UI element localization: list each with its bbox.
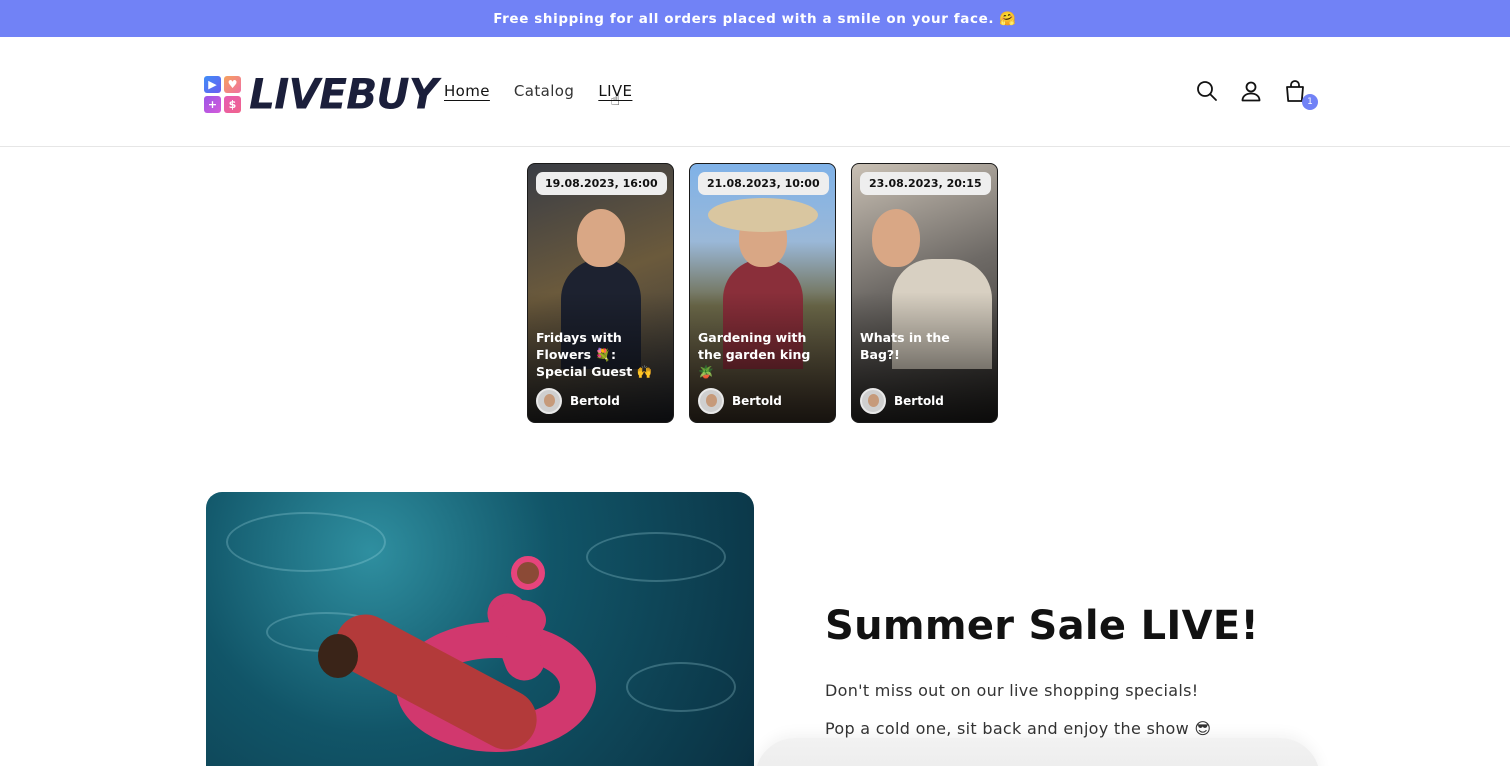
search-button[interactable] xyxy=(1194,77,1220,105)
avatar xyxy=(860,388,886,414)
hero-title: Summer Sale LIVE! xyxy=(825,603,1259,649)
site-header: ▶ ♥ + $ LIVEBUY Home Catalog LIVE ☝ 1 xyxy=(0,37,1510,147)
show-author: Bertold xyxy=(698,388,782,414)
announcement-bar: Free shipping for all orders placed with… xyxy=(0,0,1510,37)
author-name: Bertold xyxy=(894,394,944,408)
avatar xyxy=(536,388,562,414)
hero-paragraph: Pop a cold one, sit back and enjoy the s… xyxy=(825,719,1212,738)
cart-count-badge: 1 xyxy=(1302,94,1318,110)
account-button[interactable] xyxy=(1238,77,1264,105)
nav-home[interactable]: Home xyxy=(444,82,490,100)
show-card[interactable]: 23.08.2023, 20:15 Whats in the Bag?! Ber… xyxy=(851,163,998,423)
nav-live[interactable]: LIVE ☝ xyxy=(598,82,632,109)
show-card[interactable]: 21.08.2023, 10:00 Gardening with the gar… xyxy=(689,163,836,423)
show-date-badge: 23.08.2023, 20:15 xyxy=(860,172,991,195)
author-name: Bertold xyxy=(570,394,620,408)
hero-text: Summer Sale LIVE! Don't miss out on our … xyxy=(825,603,1259,738)
show-card[interactable]: 19.08.2023, 16:00 Fridays with Flowers 💐… xyxy=(527,163,674,423)
author-name: Bertold xyxy=(732,394,782,408)
logo-icon: ▶ ♥ + $ xyxy=(204,76,241,113)
header-icons: 1 xyxy=(1194,77,1318,110)
show-title: Whats in the Bag?! xyxy=(860,330,950,362)
live-shows-carousel: 19.08.2023, 16:00 Fridays with Flowers 💐… xyxy=(527,163,998,423)
logo-text: LIVEBUY xyxy=(249,69,438,119)
search-icon xyxy=(1197,81,1217,101)
show-title: Gardening with the garden king 🪴 xyxy=(698,330,811,379)
hero-image xyxy=(206,492,754,766)
show-title: Fridays with Flowers 💐: Special Guest 🙌 xyxy=(536,330,653,379)
show-author: Bertold xyxy=(860,388,944,414)
hero-paragraph: Don't miss out on our live shopping spec… xyxy=(825,681,1199,700)
nav-catalog[interactable]: Catalog xyxy=(514,82,574,100)
account-icon xyxy=(1241,81,1261,102)
show-date-badge: 19.08.2023, 16:00 xyxy=(536,172,667,195)
show-author: Bertold xyxy=(536,388,620,414)
announcement-text: Free shipping for all orders placed with… xyxy=(493,10,1017,27)
logo[interactable]: ▶ ♥ + $ LIVEBUY xyxy=(204,69,438,119)
floating-panel xyxy=(755,738,1320,766)
cart-button[interactable]: 1 xyxy=(1282,77,1318,110)
pointer-cursor-icon: ☝ xyxy=(610,90,621,109)
avatar xyxy=(698,388,724,414)
main-nav: Home Catalog LIVE ☝ xyxy=(444,82,632,109)
show-date-badge: 21.08.2023, 10:00 xyxy=(698,172,829,195)
